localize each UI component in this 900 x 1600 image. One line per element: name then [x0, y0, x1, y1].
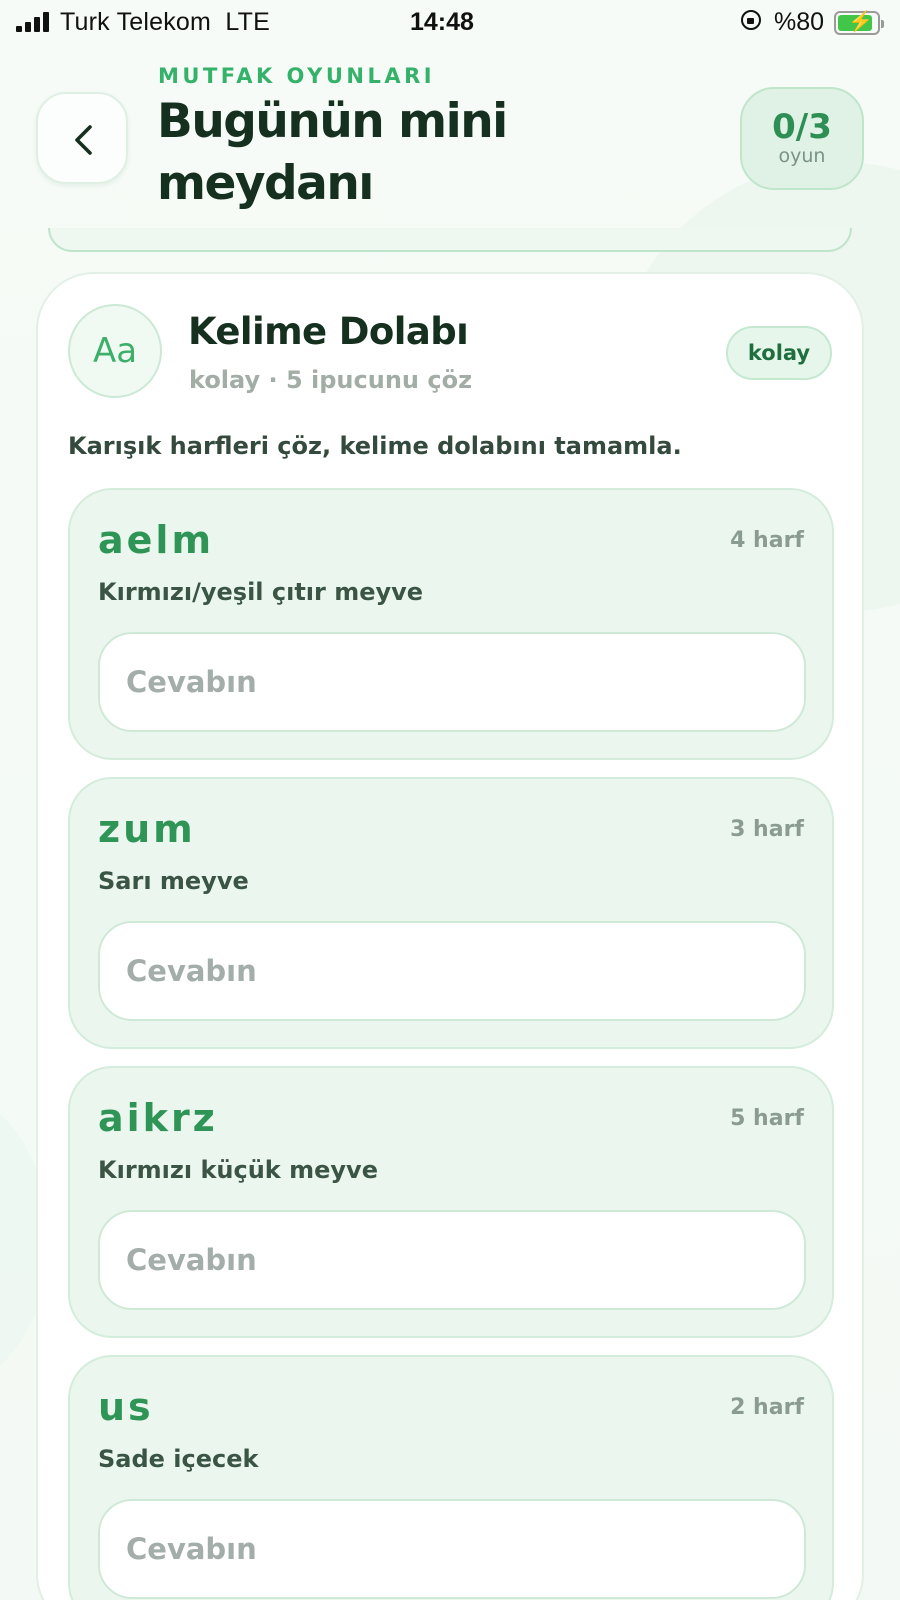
puzzle-card: aelm 4 harf Kırmızı/yeşil çıtır meyve	[68, 488, 834, 760]
header-divider	[48, 228, 852, 252]
score-label: oyun	[778, 145, 826, 167]
clue-text: Sade içecek	[98, 1445, 259, 1473]
answer-input[interactable]	[98, 921, 806, 1021]
scrambled-letters: us	[98, 1385, 154, 1429]
answer-input[interactable]	[98, 1499, 806, 1599]
letter-count: 3 harf	[730, 817, 804, 842]
clue-text: Sarı meyve	[98, 867, 249, 895]
puzzle-card: aikrz 5 harf Kırmızı küçük meyve	[68, 1066, 834, 1338]
game-subtitle: kolay · 5 ipucunu çöz	[189, 366, 473, 394]
letter-count: 2 harf	[730, 1395, 804, 1420]
clue-text: Kırmızı/yeşil çıtır meyve	[98, 578, 424, 606]
battery-percentage: %80	[774, 8, 825, 36]
game-title: Kelime Dolabı	[188, 310, 469, 353]
battery-icon: ⚡	[834, 11, 884, 35]
page-title: Bugünün mini meydanı	[157, 94, 508, 211]
carrier-name: Turk Telekom LTE	[60, 8, 270, 36]
chevron-left-icon	[75, 125, 92, 155]
text-format-icon: Aa	[68, 304, 162, 398]
score-badge: 0/3 oyun	[740, 87, 864, 190]
scrambled-letters: aelm	[98, 518, 215, 562]
puzzle-card: us 2 harf Sade içecek	[68, 1355, 834, 1600]
clue-text: Kırmızı küçük meyve	[98, 1156, 378, 1184]
status-bar: Turk Telekom LTE 14:48 %80 ⚡	[0, 0, 900, 46]
section-eyebrow: MUTFAK OYUNLARI	[158, 64, 436, 88]
game-description: Karışık harfleri çöz, kelime dolabını ta…	[68, 432, 682, 460]
letter-count: 4 harf	[730, 528, 804, 553]
difficulty-badge: kolay	[726, 326, 832, 380]
status-time: 14:48	[410, 8, 474, 36]
answer-input[interactable]	[98, 1210, 806, 1310]
scrambled-letters: aikrz	[98, 1096, 218, 1140]
rotation-lock-icon	[741, 10, 761, 30]
scrambled-letters: zum	[98, 807, 196, 851]
charging-icon: ⚡	[848, 11, 873, 33]
letter-count: 5 harf	[730, 1106, 804, 1131]
score-value: 0/3	[772, 107, 832, 147]
game-card: Aa Kelime Dolabı kolay · 5 ipucunu çöz k…	[36, 272, 864, 1600]
app-screen: Turk Telekom LTE 14:48 %80 ⚡ MUTFAK OYUN…	[0, 0, 900, 1600]
answer-input[interactable]	[98, 632, 806, 732]
signal-strength-icon	[16, 12, 49, 32]
puzzle-card: zum 3 harf Sarı meyve	[68, 777, 834, 1049]
back-button[interactable]	[36, 92, 128, 184]
network-type: LTE	[225, 8, 270, 36]
